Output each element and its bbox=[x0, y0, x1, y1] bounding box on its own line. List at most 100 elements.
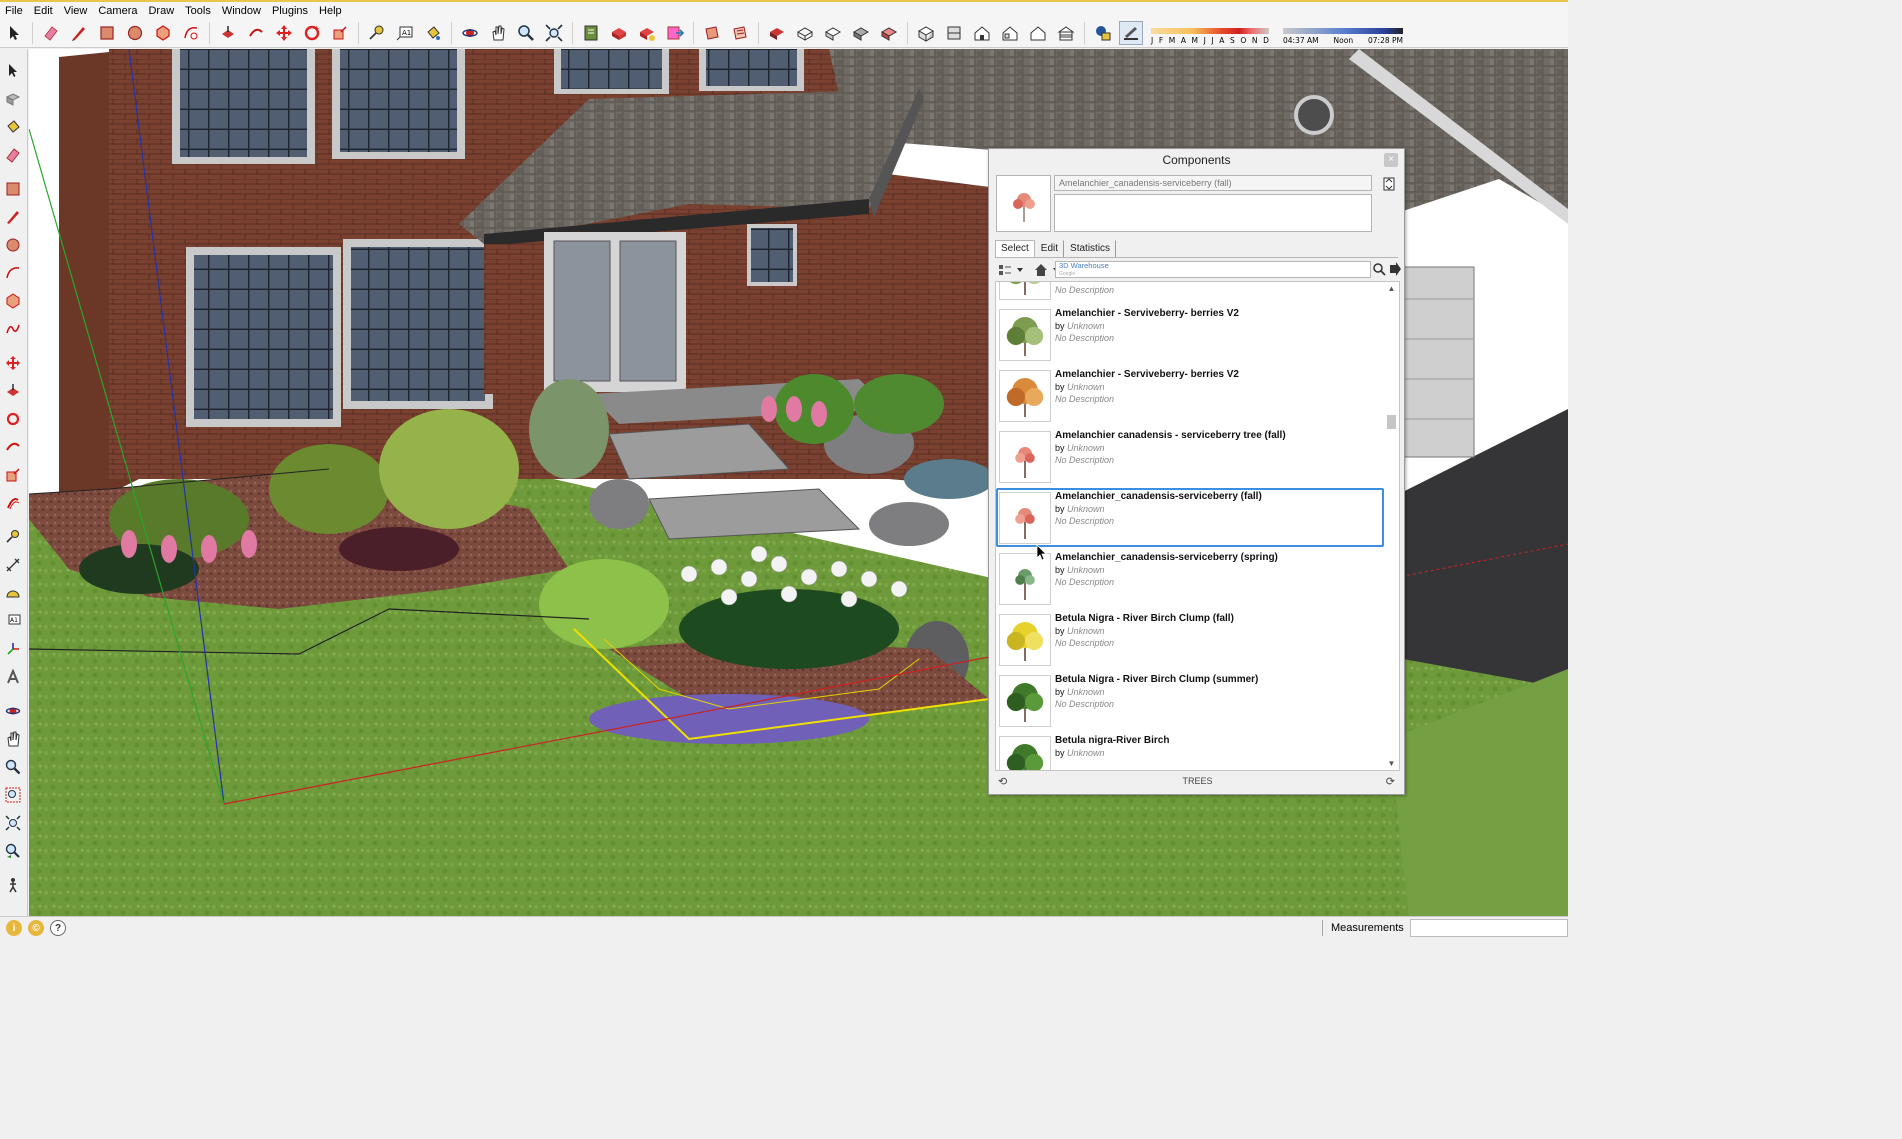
hidden-line-style-icon[interactable] bbox=[821, 21, 845, 45]
components-list[interactable]: No Description Amelanchier - Serviveberry… bbox=[995, 281, 1400, 771]
components-scrollbar[interactable]: ▲ ▼ bbox=[1384, 282, 1399, 770]
rotate-icon[interactable] bbox=[3, 409, 23, 429]
chevron-down-icon[interactable] bbox=[1012, 262, 1027, 278]
pencil-icon[interactable] bbox=[3, 207, 23, 227]
menu-plugins[interactable]: Plugins bbox=[267, 5, 314, 17]
paint-bucket-icon[interactable] bbox=[3, 117, 23, 137]
zoom-window-icon[interactable] bbox=[3, 785, 23, 805]
freehand-icon[interactable] bbox=[3, 319, 23, 339]
shaded-style-icon[interactable] bbox=[849, 21, 873, 45]
arc-tool-icon[interactable] bbox=[179, 21, 203, 45]
menu-camera[interactable]: Camera bbox=[93, 5, 143, 17]
axes-icon[interactable] bbox=[3, 639, 23, 659]
component-list-item[interactable]: Amelanchier - Serviveberry- berries V2 by… bbox=[996, 366, 1384, 425]
credits-icon[interactable]: © bbox=[28, 920, 44, 936]
zoom-tool-icon[interactable] bbox=[514, 21, 538, 45]
make-component-icon[interactable] bbox=[3, 89, 23, 109]
menu-edit[interactable]: Edit bbox=[29, 5, 59, 17]
menu-draw[interactable]: Draw bbox=[143, 5, 180, 17]
select-tool-icon[interactable] bbox=[3, 61, 23, 81]
search-input[interactable]: 3D Warehouse Google bbox=[1055, 261, 1371, 278]
component-list-item[interactable]: No Description bbox=[996, 282, 1384, 303]
scrollbar-thumb[interactable] bbox=[1387, 415, 1396, 429]
rotate-tool-icon[interactable] bbox=[300, 21, 324, 45]
component-list-item[interactable]: Betula nigra-River Birch by Unknown bbox=[996, 732, 1384, 770]
back-view-icon[interactable] bbox=[1026, 21, 1050, 45]
move-tool-icon[interactable] bbox=[272, 21, 296, 45]
component-list-item[interactable]: Amelanchier_canadensis-serviceberry (fal… bbox=[996, 488, 1384, 547]
scale-tool-icon[interactable] bbox=[328, 21, 352, 45]
tape-measure-tool-icon[interactable] bbox=[365, 21, 389, 45]
search-icon[interactable] bbox=[1372, 262, 1386, 277]
iso-view-icon[interactable] bbox=[914, 21, 938, 45]
push-pull-icon[interactable] bbox=[3, 381, 23, 401]
polygon-icon[interactable] bbox=[3, 291, 23, 311]
shadow-toggle-icon[interactable] bbox=[1091, 21, 1115, 45]
previous-view-icon[interactable] bbox=[3, 841, 23, 861]
time-slider[interactable]: 04:37 AM Noon 07:28 PM bbox=[1283, 22, 1403, 46]
collection-forward-icon[interactable]: ⟳ bbox=[1386, 773, 1395, 791]
text-icon[interactable]: A1 bbox=[3, 611, 23, 631]
component-list-item[interactable]: Betula Nigra - River Birch Clump (summer… bbox=[996, 671, 1384, 730]
menu-tools[interactable]: Tools bbox=[180, 5, 217, 17]
circle-tool-icon[interactable] bbox=[123, 21, 147, 45]
tab-statistics[interactable]: Statistics bbox=[1064, 240, 1117, 258]
home-icon[interactable] bbox=[1033, 262, 1048, 278]
orbit-icon[interactable] bbox=[3, 701, 23, 721]
help-icon[interactable]: ? bbox=[50, 920, 66, 936]
polygon-tool-icon[interactable] bbox=[151, 21, 175, 45]
protractor-icon[interactable] bbox=[3, 583, 23, 603]
section-display-icon[interactable] bbox=[728, 21, 752, 45]
orbit-tool-icon[interactable] bbox=[458, 21, 482, 45]
zoom-extents-icon[interactable] bbox=[3, 813, 23, 833]
forward-arrow-icon[interactable] bbox=[1389, 262, 1401, 277]
dimension-icon[interactable] bbox=[3, 555, 23, 575]
scroll-up-icon[interactable]: ▲ bbox=[1387, 284, 1396, 293]
geo-location-icon[interactable]: i bbox=[6, 920, 22, 936]
front-view-icon[interactable] bbox=[970, 21, 994, 45]
top-view-icon[interactable] bbox=[942, 21, 966, 45]
component-list-item[interactable]: Amelanchier canadensis - serviceberry tr… bbox=[996, 427, 1384, 486]
menu-window[interactable]: Window bbox=[217, 5, 267, 17]
close-icon[interactable]: × bbox=[1384, 153, 1398, 167]
move-icon[interactable] bbox=[3, 353, 23, 373]
pan-icon[interactable] bbox=[3, 729, 23, 749]
send-to-layout-icon[interactable] bbox=[663, 21, 687, 45]
component-list-item[interactable]: Amelanchier - Serviveberry- berries V2 by… bbox=[996, 305, 1384, 364]
menu-help[interactable]: Help bbox=[314, 5, 348, 17]
text-tool-icon[interactable]: A1 bbox=[393, 21, 417, 45]
follow-me-icon[interactable] bbox=[3, 437, 23, 457]
measurements-input[interactable] bbox=[1410, 919, 1568, 937]
component-list-item[interactable]: Betula Nigra - River Birch Clump (fall) b… bbox=[996, 610, 1384, 669]
get-models-icon[interactable] bbox=[579, 21, 603, 45]
walk-icon[interactable] bbox=[3, 875, 23, 895]
menu-file[interactable]: File bbox=[0, 5, 29, 17]
share-model-icon[interactable] bbox=[607, 21, 631, 45]
fog-toggle-icon[interactable] bbox=[1119, 21, 1143, 45]
scale-icon[interactable] bbox=[3, 465, 23, 485]
pan-tool-icon[interactable] bbox=[486, 21, 510, 45]
view-options-icon[interactable] bbox=[997, 262, 1012, 278]
left-view-icon[interactable] bbox=[1054, 21, 1078, 45]
push-pull-tool-icon[interactable] bbox=[216, 21, 240, 45]
eraser-tool-icon[interactable] bbox=[39, 21, 63, 45]
tab-select[interactable]: Select bbox=[995, 240, 1035, 258]
collection-back-icon[interactable]: ⟲ bbox=[998, 773, 1007, 791]
rectangle-icon[interactable] bbox=[3, 179, 23, 199]
component-description-field[interactable] bbox=[1054, 194, 1372, 232]
menu-view[interactable]: View bbox=[59, 5, 94, 17]
details-arrow-icon[interactable] bbox=[1383, 177, 1395, 191]
component-name-field[interactable]: Amelanchier_canadensis-serviceberry (fal… bbox=[1054, 175, 1372, 191]
zoom-icon[interactable] bbox=[3, 757, 23, 777]
section-plane-icon[interactable] bbox=[700, 21, 724, 45]
textured-style-icon[interactable] bbox=[877, 21, 901, 45]
date-slider[interactable]: J F M A M J J A S O N D bbox=[1151, 22, 1269, 46]
rectangle-tool-icon[interactable] bbox=[95, 21, 119, 45]
scroll-down-icon[interactable]: ▼ bbox=[1387, 759, 1396, 768]
right-view-icon[interactable] bbox=[998, 21, 1022, 45]
follow-me-tool-icon[interactable] bbox=[244, 21, 268, 45]
wireframe-style-icon[interactable] bbox=[793, 21, 817, 45]
circle-icon[interactable] bbox=[3, 235, 23, 255]
3d-text-icon[interactable] bbox=[3, 667, 23, 687]
share-component-icon[interactable] bbox=[635, 21, 659, 45]
